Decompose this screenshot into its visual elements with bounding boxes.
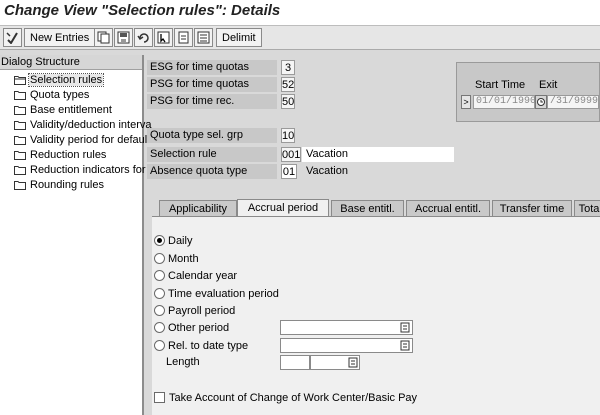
other-period-field[interactable] — [280, 320, 413, 335]
start-time-label: Start Time — [475, 79, 526, 91]
radio-rel-to-date-type[interactable]: Rel. to date type — [154, 338, 248, 353]
tree-item-label: Validity/deduction interva — [30, 118, 152, 131]
selection-rule-label: Selection rule — [147, 147, 277, 162]
tab-accrual-period[interactable]: Accrual period — [237, 199, 329, 217]
folder-icon — [14, 90, 26, 100]
work-center-change-option[interactable]: Take Account of Change of Work Center/Ba… — [154, 390, 417, 405]
new-entries-button[interactable]: New Entries — [24, 28, 96, 47]
tree-item-label: Reduction indicators for — [30, 163, 146, 176]
scroll-left-button[interactable]: > — [461, 95, 471, 109]
start-date-field[interactable]: 01/01/1990 — [473, 95, 536, 109]
quota-grp-field: 10 — [281, 128, 295, 143]
dialog-structure-header: Dialog Structure — [0, 55, 142, 70]
dialog-structure-panel: Dialog Structure Selection rules Quota t… — [0, 55, 151, 415]
absence-quota-label: Absence quota type — [147, 164, 277, 179]
radio-time-evaluation-period[interactable]: Time evaluation period — [154, 286, 279, 301]
length-label: Length — [166, 356, 200, 368]
calendar-icon[interactable] — [535, 95, 547, 109]
rel-date-type-field[interactable] — [280, 338, 413, 353]
radio-button[interactable] — [154, 340, 165, 351]
radio-label: Calendar year — [168, 269, 238, 282]
check-icon[interactable] — [3, 28, 22, 47]
length-field[interactable] — [280, 355, 310, 370]
folder-icon — [14, 165, 26, 175]
radio-payroll-period[interactable]: Payroll period — [154, 303, 235, 318]
radio-daily[interactable]: Daily — [154, 233, 192, 248]
undo-icon[interactable] — [134, 28, 153, 47]
tree-item-label: Quota types — [30, 88, 90, 101]
page-title: Change View "Selection rules": Details — [4, 2, 281, 19]
folder-icon — [14, 135, 26, 145]
radio-label: Other period — [168, 321, 230, 334]
f4-help-icon[interactable] — [348, 357, 359, 368]
tree-item-label: Selection rules — [27, 72, 105, 87]
radio-button[interactable] — [154, 305, 165, 316]
radio-button[interactable] — [154, 235, 165, 246]
tree-item-rounding-rules[interactable]: Rounding rules — [14, 177, 174, 192]
psg-rec-field: 50 — [281, 94, 295, 109]
folder-open-icon — [14, 75, 26, 85]
absence-quota-field[interactable]: 01 — [281, 164, 297, 179]
document-icon[interactable] — [174, 28, 193, 47]
validity-period-box: Start Time Exit > 01/01/1990 /31/9999 — [456, 62, 600, 122]
radio-label: Month — [168, 252, 199, 265]
tab-transfer-time[interactable]: Transfer time — [492, 200, 572, 217]
title-bar: Change View "Selection rules": Details — [0, 0, 600, 26]
radio-other-period[interactable]: Other period — [154, 320, 229, 335]
tab-strip: Applicability Accrual period Base entitl… — [152, 199, 600, 217]
psg-quota-label: PSG for time quotas — [147, 77, 277, 92]
radio-button[interactable] — [154, 253, 165, 264]
tree-item-label: Rounding rules — [30, 178, 104, 191]
selection-rule-text: Vacation — [302, 147, 454, 162]
tree-item-label: Reduction rules — [30, 148, 107, 161]
end-date-field[interactable]: /31/9999 — [547, 95, 599, 109]
folder-icon — [14, 150, 26, 160]
copy-icon[interactable] — [94, 28, 113, 47]
folder-icon — [14, 180, 26, 190]
select-icon[interactable] — [154, 28, 173, 47]
radio-label: Rel. to date type — [168, 339, 249, 352]
radio-label: Payroll period — [168, 304, 236, 317]
checkbox-label: Take Account of Change of Work Center/Ba… — [169, 391, 418, 404]
psg-rec-label: PSG for time rec. — [147, 94, 277, 109]
radio-calendar-year[interactable]: Calendar year — [154, 268, 237, 283]
radio-button[interactable] — [154, 288, 165, 299]
absence-quota-text: Vacation — [306, 165, 348, 177]
radio-label: Daily — [168, 234, 193, 247]
list-icon[interactable] — [194, 28, 213, 47]
folder-icon — [14, 105, 26, 115]
application-toolbar: New Entries Delimit — [0, 26, 600, 50]
tree-item-label: Validity period for default — [30, 133, 151, 146]
save-icon[interactable] — [114, 28, 133, 47]
quota-grp-label: Quota type sel. grp — [147, 128, 277, 143]
f4-help-icon[interactable] — [400, 322, 411, 333]
tab-applicability[interactable]: Applicability — [159, 200, 237, 217]
tree-item-label: Base entitlement — [30, 103, 112, 116]
selection-rule-field[interactable]: 001 — [281, 147, 301, 162]
f4-help-icon[interactable] — [400, 340, 411, 351]
radio-month[interactable]: Month — [154, 251, 199, 266]
folder-icon — [14, 120, 26, 130]
tab-accrual-entitl[interactable]: Accrual entitl. — [406, 200, 490, 217]
esg-field: 3 — [281, 60, 295, 75]
work-center-checkbox[interactable] — [154, 392, 165, 403]
radio-button[interactable] — [154, 322, 165, 333]
psg-quota-field: 52 — [281, 77, 295, 92]
tab-base-entitl[interactable]: Base entitl. — [331, 200, 404, 217]
radio-label: Time evaluation period — [168, 287, 279, 300]
radio-button[interactable] — [154, 270, 165, 281]
delimit-button[interactable]: Delimit — [216, 28, 262, 47]
esg-label: ESG for time quotas — [147, 60, 277, 75]
tab-total[interactable]: Tota — [574, 200, 600, 217]
exit-label: Exit — [539, 79, 558, 91]
